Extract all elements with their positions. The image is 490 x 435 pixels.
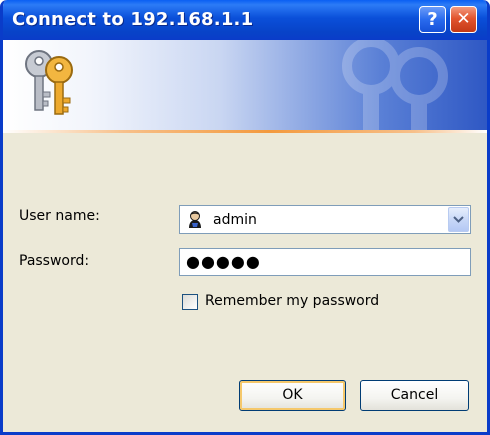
title-bar[interactable]: Connect to 192.168.1.1 ? ✕ [3, 0, 487, 40]
password-value: ●●●●● [186, 252, 261, 271]
username-label: User name: [19, 208, 100, 224]
chevron-down-icon [453, 216, 464, 223]
password-label: Password: [19, 253, 90, 269]
window-title: Connect to 192.168.1.1 [12, 9, 254, 30]
close-button[interactable]: ✕ [450, 6, 477, 33]
keys-icon [25, 50, 73, 115]
dialog-banner [3, 40, 487, 132]
help-button[interactable]: ? [419, 6, 446, 33]
ok-button[interactable]: OK [239, 380, 346, 411]
username-value: admin [213, 212, 257, 228]
user-icon [189, 211, 201, 228]
remember-password-label[interactable]: Remember my password [205, 293, 379, 309]
keys-watermark-icon [342, 40, 448, 132]
username-dropdown-button[interactable] [448, 207, 469, 232]
remember-password-checkbox[interactable] [182, 294, 198, 310]
banner-divider [3, 130, 487, 133]
cancel-button[interactable]: Cancel [360, 380, 469, 411]
password-field[interactable]: ●●●●● [179, 248, 471, 276]
username-combobox[interactable]: admin [179, 205, 471, 234]
connect-dialog: Connect to 192.168.1.1 ? ✕ User name: ad… [0, 0, 490, 435]
